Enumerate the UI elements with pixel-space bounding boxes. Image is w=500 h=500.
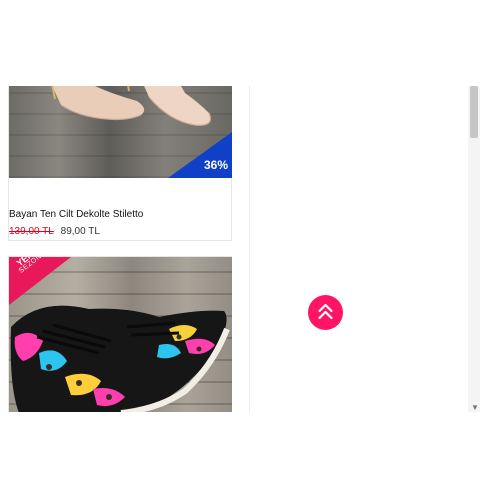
column-divider bbox=[249, 86, 250, 412]
product-list: 36% Bayan Ten Cilt Dekolte Stiletto 139,… bbox=[0, 86, 480, 412]
product-image[interactable]: YENİ SEZON bbox=[9, 257, 232, 412]
product-card[interactable]: 36% Bayan Ten Cilt Dekolte Stiletto 139,… bbox=[8, 86, 232, 241]
vertical-scrollbar[interactable]: ▼ bbox=[468, 86, 480, 412]
scroll-down-arrow-icon[interactable]: ▼ bbox=[471, 404, 479, 412]
price-row: 139,00 TL 89,00 TL bbox=[9, 226, 100, 237]
discount-label: 36% bbox=[203, 158, 228, 172]
product-title[interactable]: Bayan Ten Cilt Dekolte Stiletto bbox=[9, 209, 143, 220]
scrollbar-thumb[interactable] bbox=[470, 86, 478, 138]
double-chevron-up-icon bbox=[318, 303, 333, 320]
product-card[interactable]: YENİ SEZON bbox=[8, 256, 232, 412]
product-image[interactable]: 36% bbox=[9, 86, 232, 178]
old-price: 139,00 TL bbox=[9, 226, 54, 237]
new-price: 89,00 TL bbox=[60, 226, 100, 237]
scroll-to-top-button[interactable] bbox=[308, 295, 343, 330]
